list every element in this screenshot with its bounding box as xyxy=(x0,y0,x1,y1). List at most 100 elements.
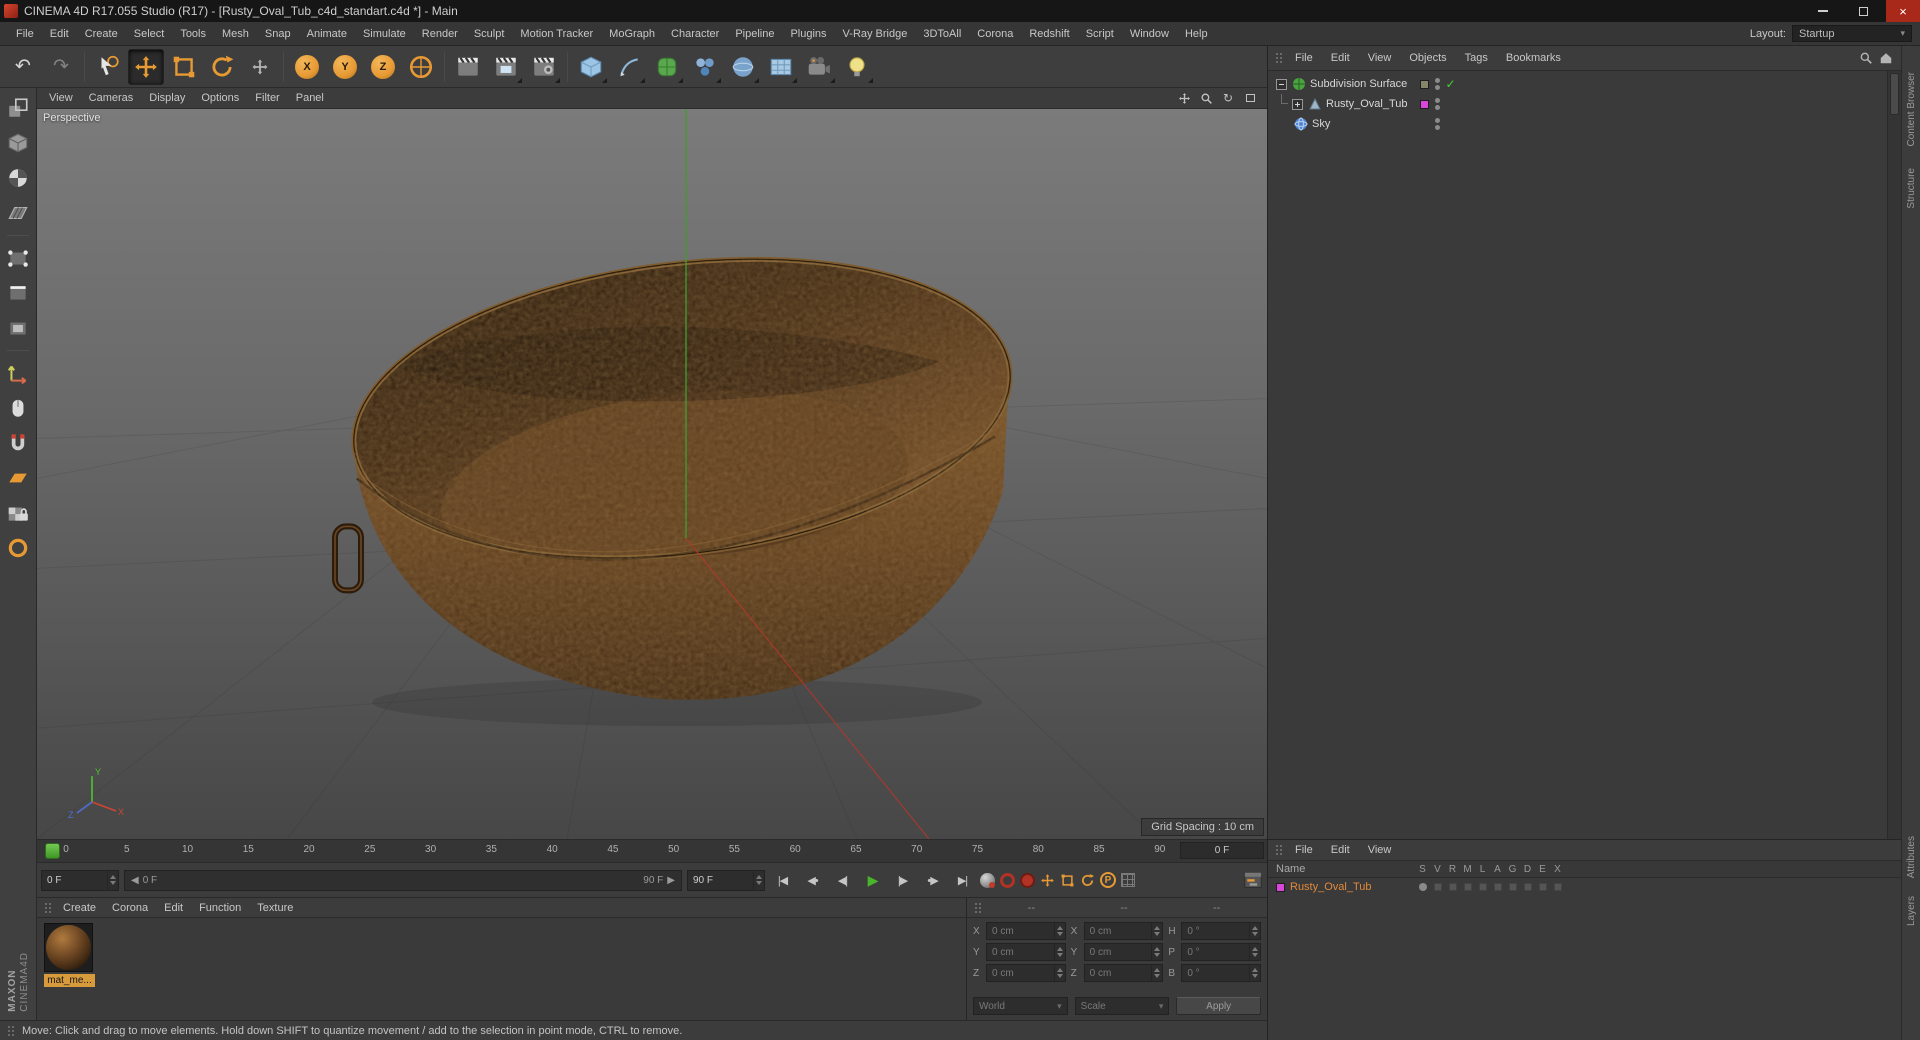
coordinate-space-dropdown[interactable]: World ▾ xyxy=(973,997,1068,1015)
viewport[interactable]: Y X Z Perspective Grid Spacing : 10 cm xyxy=(37,109,1267,840)
polygons-mode-button[interactable] xyxy=(3,313,33,343)
add-spline-button[interactable] xyxy=(611,49,647,85)
goto-end-button[interactable]: ▶| xyxy=(950,869,975,892)
tab-layers[interactable]: Layers xyxy=(1906,896,1917,926)
size-header[interactable]: -- xyxy=(1078,902,1171,914)
rot-h-field[interactable]: 0 ° xyxy=(1181,922,1262,940)
rot-p-field[interactable]: 0 ° xyxy=(1181,943,1262,961)
pos-x-spinner[interactable] xyxy=(1053,923,1065,939)
panel-drag-handle[interactable] xyxy=(44,901,52,914)
layer-name[interactable]: Rusty_Oval_Tub xyxy=(1290,881,1372,893)
move-tool-button[interactable] xyxy=(128,48,164,85)
maximize-button[interactable] xyxy=(1846,0,1880,22)
play-button[interactable]: ▶ xyxy=(860,869,885,892)
x-axis-lock-button[interactable]: X xyxy=(289,49,325,85)
menu-v-ray-bridge[interactable]: V-Ray Bridge xyxy=(835,28,916,40)
expand-icon[interactable] xyxy=(1292,98,1303,110)
record-keyframe-button[interactable] xyxy=(980,872,995,888)
om-menu-edit[interactable]: Edit xyxy=(1322,52,1359,64)
locked-workplane-button[interactable] xyxy=(3,498,33,528)
tab-content-browser[interactable]: Content Browser xyxy=(1906,72,1917,146)
viewport-menu-cameras[interactable]: Cameras xyxy=(81,92,142,104)
menu-pipeline[interactable]: Pipeline xyxy=(727,28,782,40)
visibility-dots[interactable] xyxy=(1435,118,1440,130)
column-header-g[interactable]: G xyxy=(1505,864,1520,875)
column-header-a[interactable]: A xyxy=(1490,864,1505,875)
add-cloner-button[interactable] xyxy=(687,49,723,85)
rot-p-spinner[interactable] xyxy=(1249,944,1260,960)
z-axis-lock-button[interactable]: Z xyxy=(365,49,401,85)
object-name[interactable]: Sky xyxy=(1312,118,1330,130)
object-row-sky[interactable]: Sky xyxy=(1268,114,1887,134)
material-menu-texture[interactable]: Texture xyxy=(249,902,301,914)
add-floor-button[interactable] xyxy=(763,49,799,85)
column-header-m[interactable]: M xyxy=(1460,864,1475,875)
tab-structure[interactable]: Structure xyxy=(1906,168,1917,209)
quantize-button[interactable] xyxy=(3,533,33,563)
add-light-button[interactable] xyxy=(839,49,875,85)
layer-toggle-deformers[interactable] xyxy=(1520,883,1535,891)
record-parameter-button[interactable]: P xyxy=(1100,872,1116,888)
om-menu-view[interactable]: View xyxy=(1359,52,1401,64)
add-deformer-button[interactable] xyxy=(725,49,761,85)
texture-mode-button[interactable] xyxy=(3,163,33,193)
menu-simulate[interactable]: Simulate xyxy=(355,28,414,40)
lm-menu-edit[interactable]: Edit xyxy=(1322,844,1359,856)
pos-z-field[interactable]: 0 cm xyxy=(986,964,1066,982)
timeline-ruler[interactable]: 0 5 10 15 20 25 30 35 40 45 50 55 60 65 70 75 80 85 90 0 F xyxy=(37,840,1267,863)
menu-tools[interactable]: Tools xyxy=(172,28,214,40)
material-menu-corona[interactable]: Corona xyxy=(104,902,156,914)
pos-y-field[interactable]: 0 cm xyxy=(986,943,1066,961)
end-frame-field[interactable]: 90 F xyxy=(687,869,765,891)
menu-animate[interactable]: Animate xyxy=(299,28,355,40)
viewport-menu-filter[interactable]: Filter xyxy=(247,92,287,104)
panel-drag-handle[interactable] xyxy=(974,901,982,914)
redo-button[interactable]: ↷ xyxy=(43,49,79,85)
size-y-spinner[interactable] xyxy=(1151,944,1162,960)
menu-mesh[interactable]: Mesh xyxy=(214,28,257,40)
autokey-button[interactable] xyxy=(1000,872,1015,888)
material-menu-create[interactable]: Create xyxy=(55,902,104,914)
column-header-s[interactable]: S xyxy=(1415,864,1430,875)
coordinate-mode-dropdown[interactable]: Scale ▾ xyxy=(1074,997,1170,1015)
layer-toggle-expressions[interactable] xyxy=(1535,883,1550,891)
menu-window[interactable]: Window xyxy=(1122,28,1177,40)
toggle-view-icon[interactable] xyxy=(1241,90,1259,106)
position-header[interactable]: -- xyxy=(985,902,1078,914)
open-timeline-button[interactable] xyxy=(1243,871,1263,889)
rotation-header[interactable]: -- xyxy=(1170,902,1263,914)
object-name[interactable]: Rusty_Oval_Tub xyxy=(1326,98,1408,110)
object-row-subdivision-surface[interactable]: Subdivision Surface ✓ xyxy=(1268,74,1887,94)
menu-mograph[interactable]: MoGraph xyxy=(601,28,663,40)
column-header-e[interactable]: E xyxy=(1535,864,1550,875)
pos-z-spinner[interactable] xyxy=(1053,965,1065,981)
size-x-field[interactable]: 0 cm xyxy=(1083,922,1164,940)
record-position-button[interactable] xyxy=(1040,873,1055,888)
rot-b-spinner[interactable] xyxy=(1249,965,1260,981)
column-header-r[interactable]: R xyxy=(1445,864,1460,875)
live-selection-button[interactable] xyxy=(90,49,126,85)
timeline-range-slider[interactable]: ◀ 0 F 90 F ▶ xyxy=(124,869,682,891)
generator-enabled-icon[interactable]: ✓ xyxy=(1445,77,1455,91)
object-row-rusty-oval-tub[interactable]: Rusty_Oval_Tub xyxy=(1268,94,1887,114)
layout-dropdown[interactable]: Startup ▾ xyxy=(1792,25,1912,42)
menu-script[interactable]: Script xyxy=(1078,28,1122,40)
menu-snap[interactable]: Snap xyxy=(257,28,299,40)
menu-3dtoall[interactable]: 3DToAll xyxy=(915,28,969,40)
undo-button[interactable]: ↶ xyxy=(5,49,41,85)
layer-toggle-generators[interactable] xyxy=(1505,883,1520,891)
frame-field[interactable]: 0 F xyxy=(41,869,119,891)
object-name[interactable]: Subdivision Surface xyxy=(1310,78,1407,90)
keyframe-selection-button[interactable] xyxy=(1020,872,1035,888)
apply-button[interactable]: Apply xyxy=(1176,997,1262,1015)
last-tool-button[interactable] xyxy=(242,49,278,85)
layer-toggle-render[interactable] xyxy=(1445,883,1460,891)
visibility-dots[interactable] xyxy=(1435,98,1440,110)
material-menu-edit[interactable]: Edit xyxy=(156,902,191,914)
goto-start-button[interactable]: |◀ xyxy=(770,869,795,892)
model-mode-button[interactable] xyxy=(3,128,33,158)
workplane-snap-button[interactable] xyxy=(3,463,33,493)
view-label[interactable]: Perspective xyxy=(43,112,100,124)
render-view-button[interactable] xyxy=(450,49,486,85)
menu-render[interactable]: Render xyxy=(414,28,466,40)
